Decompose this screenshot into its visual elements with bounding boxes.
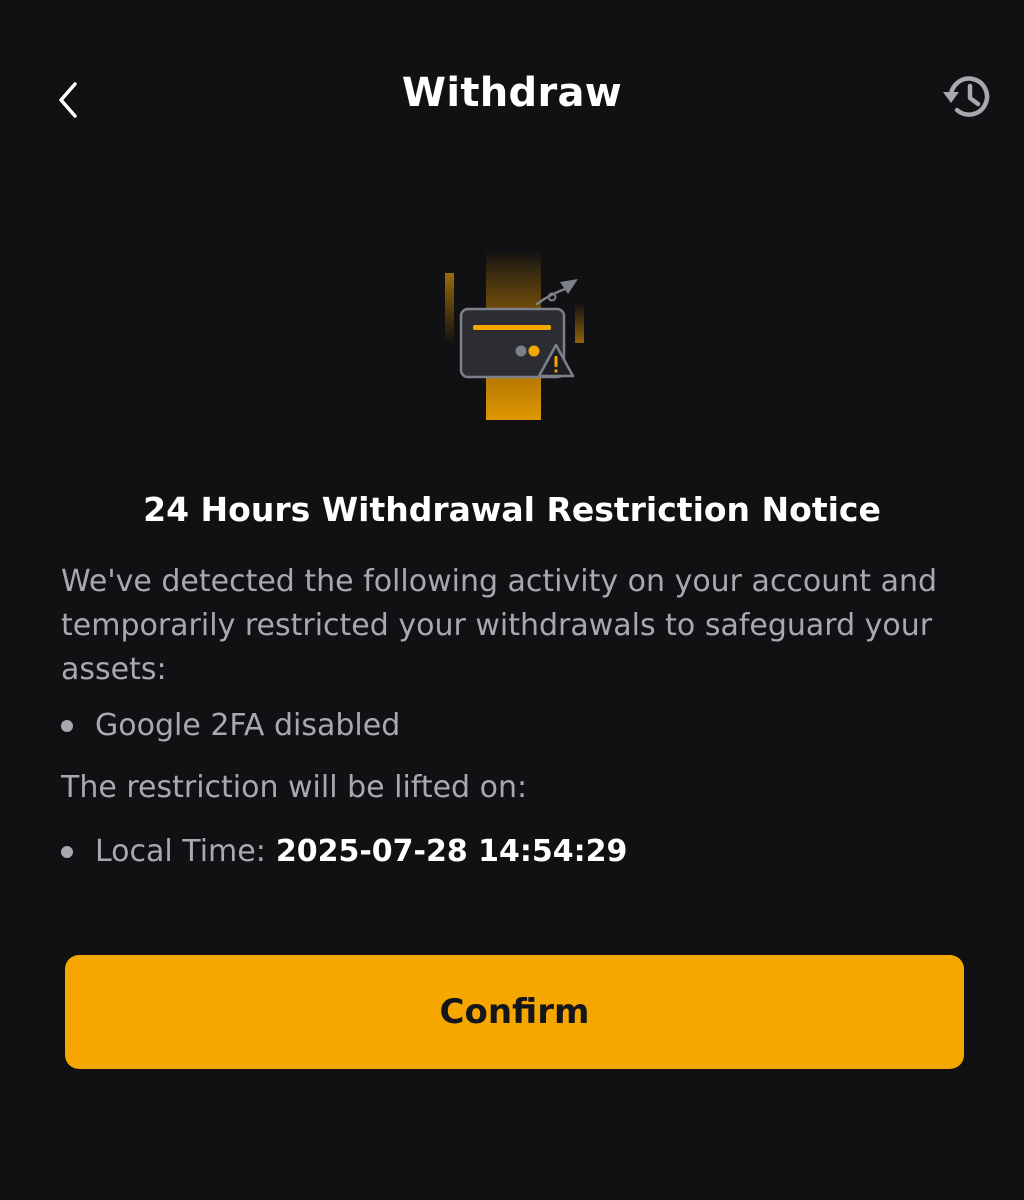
bullet-icon [61,719,73,732]
notice-title: 24 Hours Withdrawal Restriction Notice [143,490,881,529]
bullet-icon [61,845,73,858]
local-time-value: 2025-07-28 14:54:29 [275,834,628,869]
page-title: Withdraw [401,70,623,116]
activity-text: Google 2FA disabled [95,708,401,743]
activity-list-item: Google 2FA disabled [61,708,400,743]
header: Withdraw [0,50,1024,140]
history-button[interactable] [940,68,998,126]
history-icon [943,76,990,117]
local-time-item: Local Time: 2025-07-28 14:54:29 [61,834,627,869]
lift-label: The restriction will be lifted on: [61,770,528,805]
notice-description: We've detected the following activity on… [61,564,938,687]
local-time-label: Local Time: [95,834,266,869]
card-warning-illustration [440,248,590,423]
confirm-button[interactable]: Confirm [65,955,964,1069]
withdraw-screen: Withdraw 24 Hours Withdrawal Restriction… [0,0,1024,1200]
